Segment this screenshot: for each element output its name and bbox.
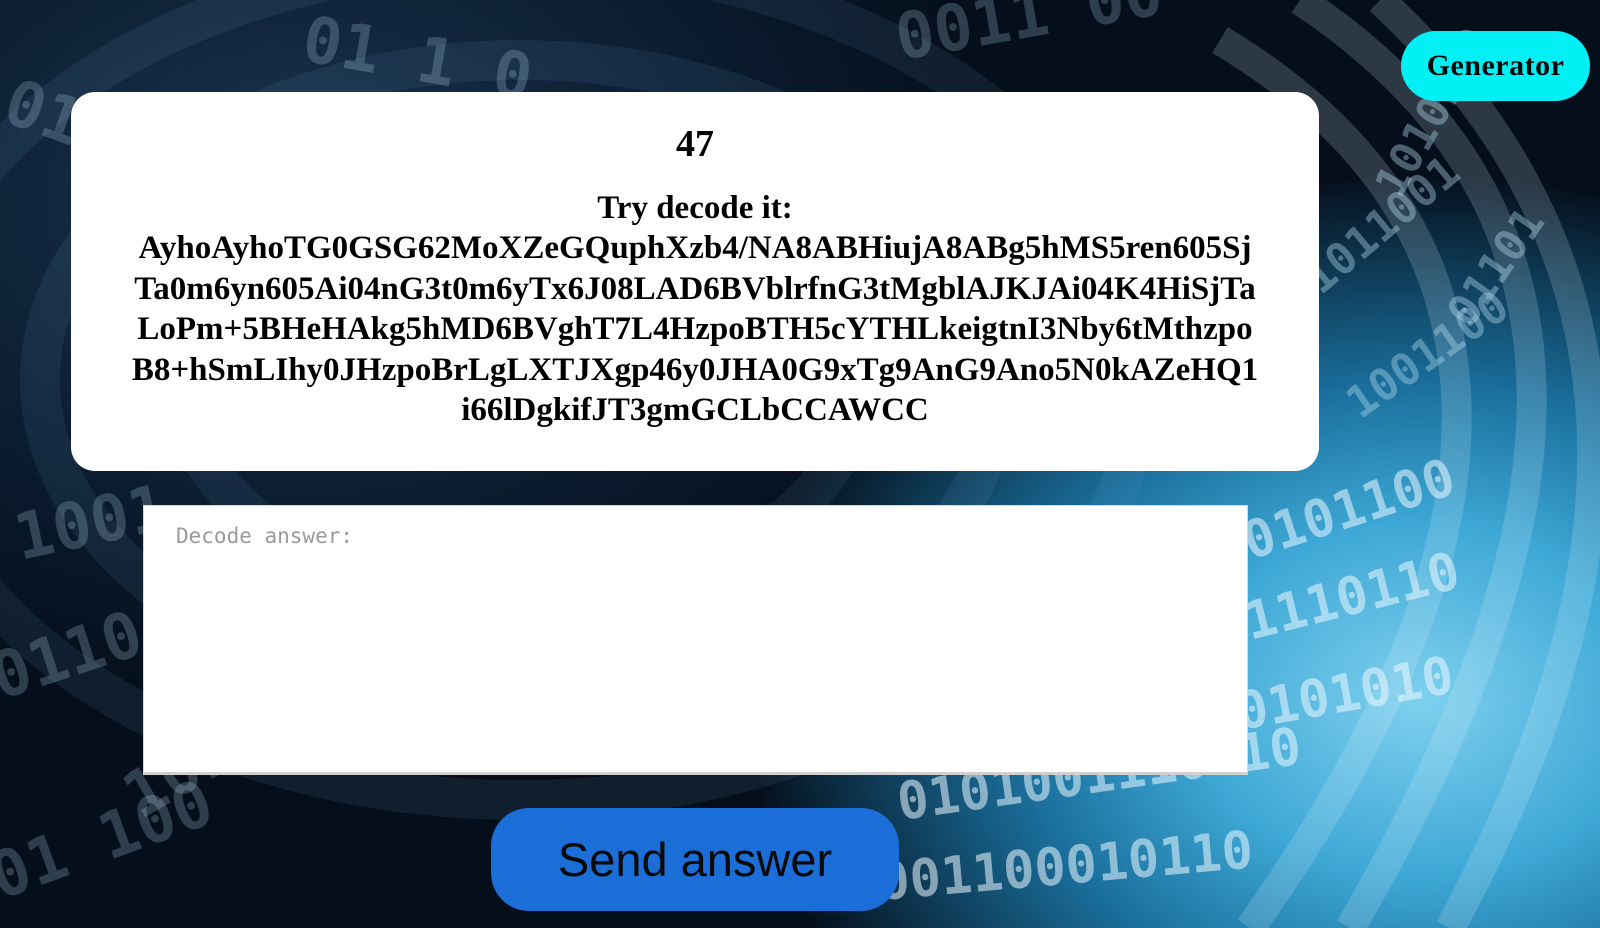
- svg-text:0011 00: 0011 00: [890, 0, 1168, 76]
- cipher-text: AyhoAyhoTG0GSG62MoXZeGQuphXzb4/NA8ABHiuj…: [131, 230, 1259, 429]
- decode-answer-input[interactable]: [143, 505, 1248, 775]
- decode-prompt: Try decode it:: [597, 190, 793, 226]
- challenge-card: 47 Try decode it: AyhoAyhoTG0GSG62MoXZeG…: [71, 92, 1319, 471]
- svg-text:001100010110: 001100010110: [876, 820, 1255, 913]
- level-number: 47: [676, 123, 714, 165]
- generator-button[interactable]: Generator: [1401, 31, 1590, 101]
- send-answer-button[interactable]: Send answer: [491, 808, 899, 911]
